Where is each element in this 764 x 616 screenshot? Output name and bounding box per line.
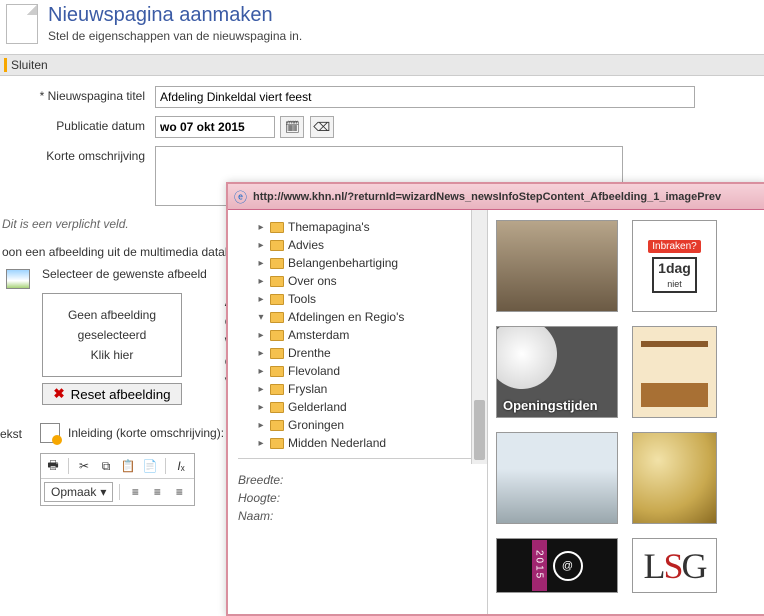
- thumb-lsg[interactable]: LSG: [632, 538, 717, 593]
- tekst-section-label: ekst: [0, 423, 40, 441]
- pubdate-input[interactable]: [155, 116, 275, 138]
- page-subtitle: Stel de eigenschappen van de nieuwspagin…: [48, 29, 302, 43]
- reset-image-label: Reset afbeelding: [71, 387, 171, 402]
- pubdate-label: Publicatie datum: [0, 116, 155, 133]
- tree-subitem[interactable]: ▸Drenthe: [256, 344, 483, 362]
- no-image-line2: geselecteerd: [78, 328, 147, 342]
- thumb-2015[interactable]: 2015 @: [496, 538, 618, 593]
- thumb-group-photo[interactable]: [496, 220, 618, 312]
- close-icon: ✖: [53, 386, 64, 402]
- tree-scrollbar[interactable]: [471, 210, 487, 464]
- thumb-building[interactable]: [496, 432, 618, 524]
- align-center-icon[interactable]: ≡: [148, 483, 166, 501]
- close-button[interactable]: Sluiten: [4, 58, 48, 72]
- tree-item[interactable]: ▸Themapagina's: [256, 218, 483, 236]
- rich-text-toolbar: 🖶 ✂ ⧉ 📋 📄 Iₓ Opmaak ▾ ≡ ≡: [40, 453, 195, 506]
- align-right-icon[interactable]: ≡: [170, 483, 188, 501]
- tree-item[interactable]: ▸Over ons: [256, 272, 483, 290]
- thumb-openingstijden[interactable]: Openingstijden: [496, 326, 618, 418]
- print-icon[interactable]: 🖶: [44, 457, 62, 475]
- thumb-inbraken[interactable]: Inbraken? 1dagniet: [632, 220, 717, 312]
- tree-subitem[interactable]: ▸Gelderland: [256, 398, 483, 416]
- popup-url: http://www.khn.nl/?returnId=wizardNews_n…: [253, 191, 721, 203]
- tree-subitem[interactable]: ▸Groningen: [256, 416, 483, 434]
- inleiding-label: Inleiding (korte omschrijving):: [68, 426, 224, 440]
- clear-format-icon[interactable]: Iₓ: [172, 457, 190, 475]
- page-icon: [6, 4, 38, 44]
- image-browser-popup: ⓔ http://www.khn.nl/?returnId=wizardNews…: [226, 182, 764, 616]
- clear-date-icon[interactable]: ⌫: [310, 116, 334, 138]
- cut-icon[interactable]: ✂: [75, 457, 93, 475]
- paste-icon[interactable]: 📋: [119, 457, 137, 475]
- title-label: Nieuwspagina titel: [0, 86, 155, 103]
- title-input[interactable]: [155, 86, 695, 108]
- tree-subitem[interactable]: ▸Amsterdam: [256, 326, 483, 344]
- tree-subitem[interactable]: ▸Fryslan: [256, 380, 483, 398]
- ie-icon: ⓔ: [234, 187, 247, 206]
- meta-naam: Naam:: [238, 509, 483, 523]
- tree-item-expanded[interactable]: ▾Afdelingen en Regio's: [256, 308, 483, 326]
- no-image-line3: Klik hier: [91, 348, 134, 362]
- paste-text-icon[interactable]: 📄: [141, 457, 159, 475]
- folder-tree: ▸Themapagina's ▸Advies ▸Belangenbehartig…: [238, 218, 483, 452]
- tree-subitem[interactable]: ▸Midden Nederland: [256, 434, 483, 452]
- tree-item[interactable]: ▸Belangenbehartiging: [256, 254, 483, 272]
- copy-icon[interactable]: ⧉: [97, 457, 115, 475]
- tree-item[interactable]: ▸Tools: [256, 290, 483, 308]
- document-icon: [40, 423, 60, 443]
- landscape-icon: [6, 269, 30, 289]
- toolbar: Sluiten: [0, 54, 764, 76]
- align-left-icon[interactable]: ≡: [126, 483, 144, 501]
- meta-hoogte: Hoogte:: [238, 491, 483, 505]
- shortdesc-label: Korte omschrijving: [0, 146, 155, 163]
- thumb-coins[interactable]: [632, 432, 717, 524]
- no-image-line1: Geen afbeelding: [68, 308, 156, 322]
- meta-breedte: Breedte:: [238, 473, 483, 487]
- tree-subitem[interactable]: ▸Flevoland: [256, 362, 483, 380]
- format-dropdown[interactable]: Opmaak ▾: [44, 482, 113, 502]
- image-placeholder[interactable]: Geen afbeelding geselecteerd Klik hier: [42, 293, 182, 377]
- calendar-icon[interactable]: 🗓: [280, 116, 304, 138]
- tree-item[interactable]: ▸Advies: [256, 236, 483, 254]
- chevron-down-icon: ▾: [100, 485, 106, 499]
- select-image-text: Selecteer de gewenste afbeeld: [42, 267, 207, 281]
- reset-image-button[interactable]: ✖ Reset afbeelding: [42, 383, 182, 405]
- page-title: Nieuwspagina aanmaken: [48, 4, 302, 27]
- thumb-bar[interactable]: [632, 326, 717, 418]
